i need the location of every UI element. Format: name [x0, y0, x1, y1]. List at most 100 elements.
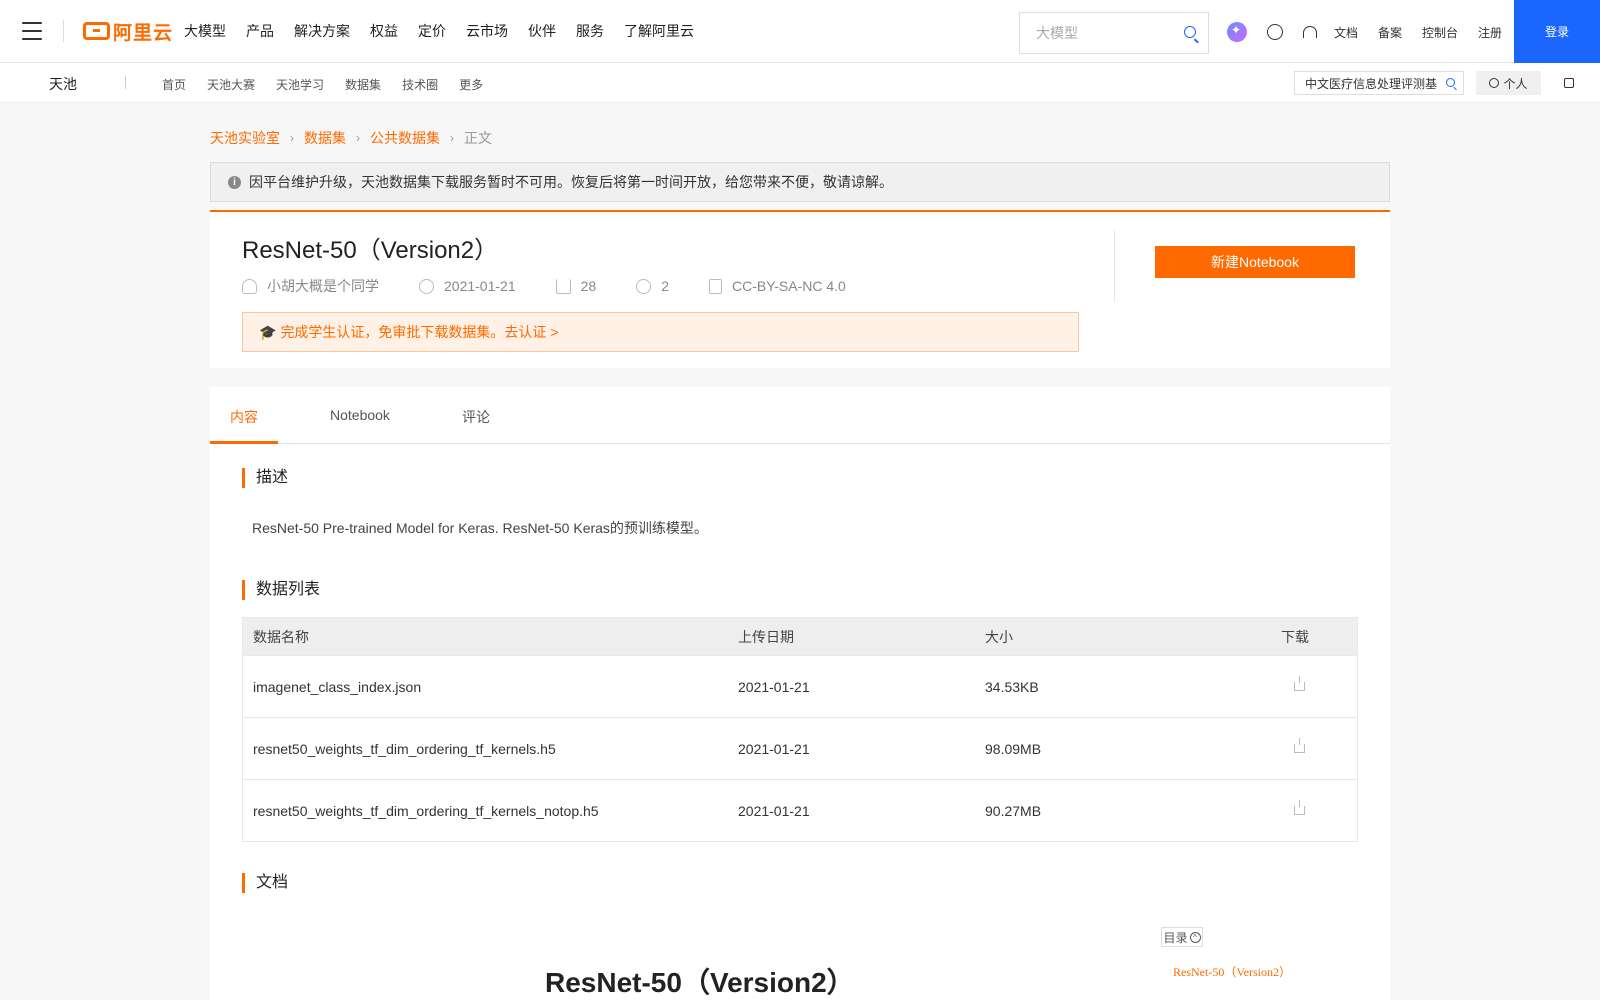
menu-icon[interactable]	[22, 22, 42, 40]
register-link[interactable]: 注册	[1478, 24, 1502, 41]
meta-date: 2021-01-21	[419, 278, 516, 294]
data-file-table: 数据名称 上传日期 大小 下载 imagenet_class_index.jso…	[242, 617, 1358, 842]
subnav-home[interactable]: 首页	[162, 76, 186, 93]
main-nav: 大模型 产品 解决方案 权益 定价 云市场 伙伴 服务 了解阿里云	[184, 21, 714, 41]
description-text: ResNet-50 Pre-trained Model for Keras. R…	[252, 520, 708, 536]
dataset-meta: 小胡大概是个同学 2021-01-21 28 2 CC-BY-SA-NC 4.0	[242, 276, 886, 296]
meta-author: 小胡大概是个同学	[242, 276, 379, 296]
file-name: imagenet_class_index.json	[253, 678, 422, 695]
maintenance-notice: i 因平台维护升级，天池数据集下载服务暂时不可用。恢复后将第一时间开放，给您带来…	[210, 162, 1390, 202]
aliyun-logo-icon	[83, 22, 110, 40]
dataset-header-card: ResNet-50（Version2） 小胡大概是个同学 2021-01-21 …	[210, 210, 1390, 368]
table-header: 数据名称 上传日期 大小 下载	[243, 618, 1357, 655]
data-list-heading: 数据列表	[242, 580, 320, 600]
download-icon[interactable]	[1294, 738, 1305, 753]
nav-item-products[interactable]: 产品	[246, 21, 274, 41]
breadcrumb-datasets[interactable]: 数据集	[304, 128, 346, 148]
share-count: 2	[661, 278, 669, 294]
file-size: 90.27MB	[985, 802, 1042, 819]
logo-text: 阿里云	[113, 22, 174, 44]
nav-item-benefits[interactable]: 权益	[370, 21, 398, 41]
dataset-title: ResNet-50（Version2）	[242, 237, 499, 264]
tab-comments[interactable]: 评论	[462, 407, 490, 427]
col-download-header: 下载	[1281, 628, 1309, 645]
col-size-header: 大小	[985, 628, 1013, 645]
chevron-up-icon: ^	[1189, 931, 1201, 943]
upload-date: 2021-01-21	[444, 278, 516, 294]
content-card: 内容 Notebook 评论 描述 ResNet-50 Pre-trained …	[210, 387, 1390, 1000]
file-date: 2021-01-21	[738, 740, 810, 757]
new-notebook-button[interactable]: 新建Notebook	[1155, 246, 1355, 278]
share-icon	[636, 278, 652, 294]
login-button[interactable]: 登录	[1514, 0, 1600, 63]
global-search	[1019, 12, 1209, 54]
table-row: resnet50_weights_tf_dim_ordering_tf_kern…	[243, 779, 1357, 841]
subnav-more[interactable]: 更多	[459, 76, 483, 93]
divider	[125, 76, 126, 89]
file-size: 98.09MB	[985, 740, 1042, 757]
breadcrumb-public-datasets[interactable]: 公共数据集	[370, 128, 440, 148]
tab-content[interactable]: 内容	[230, 407, 258, 427]
toc-toggle-button[interactable]: 目录 ^	[1161, 927, 1203, 947]
global-search-input[interactable]	[1020, 13, 1170, 53]
notice-text: 因平台维护升级，天池数据集下载服务暂时不可用。恢复后将第一时间开放，给您带来不便…	[249, 174, 893, 190]
activity-icon[interactable]	[1267, 24, 1283, 40]
sub-nav-links: 首页 天池大赛 天池学习 数据集 技术圈 更多	[162, 76, 504, 93]
col-name-header: 数据名称	[253, 628, 309, 645]
subnav-tech-circle[interactable]: 技术圈	[402, 76, 438, 93]
console-link[interactable]: 控制台	[1422, 24, 1458, 41]
user-icon	[242, 278, 257, 294]
tianchi-search-input[interactable]	[1295, 72, 1440, 94]
search-icon[interactable]	[1184, 26, 1196, 38]
table-row: imagenet_class_index.json 2021-01-21 34.…	[243, 655, 1357, 717]
nav-item-pricing[interactable]: 定价	[418, 21, 446, 41]
switch-icon[interactable]	[1564, 78, 1574, 88]
license: CC-BY-SA-NC 4.0	[732, 278, 846, 294]
chevron-right-icon: ›	[356, 131, 360, 145]
nav-item-marketplace[interactable]: 云市场	[466, 21, 508, 41]
download-icon[interactable]	[1294, 676, 1305, 691]
sub-navbar: 天池 首页 天池大赛 天池学习 数据集 技术圈 更多 个人	[0, 63, 1600, 103]
student-banner-text: 完成学生认证，免审批下载数据集。去认证 >	[280, 324, 559, 340]
meta-downloads: 28	[555, 278, 596, 294]
nav-item-services[interactable]: 服务	[576, 21, 604, 41]
info-icon: i	[228, 175, 241, 189]
docs-link[interactable]: 文档	[1334, 24, 1358, 41]
nav-item-about[interactable]: 了解阿里云	[624, 21, 694, 41]
divider	[1114, 230, 1115, 302]
nav-item-partners[interactable]: 伙伴	[528, 21, 556, 41]
subnav-learning[interactable]: 天池学习	[276, 76, 324, 93]
table-row: resnet50_weights_tf_dim_ordering_tf_kern…	[243, 717, 1357, 779]
ai-assistant-icon[interactable]	[1227, 22, 1247, 42]
table-of-contents: 目录 ^ ResNet-50（Version2）	[1161, 927, 1382, 980]
tab-notebook[interactable]: Notebook	[330, 407, 390, 423]
tianchi-brand[interactable]: 天池	[49, 74, 77, 94]
subnav-competitions[interactable]: 天池大赛	[207, 76, 255, 93]
file-date: 2021-01-21	[738, 678, 810, 695]
user-icon	[1489, 78, 1500, 88]
personal-button[interactable]: 个人	[1476, 71, 1541, 95]
file-name: resnet50_weights_tf_dim_ordering_tf_kern…	[253, 802, 599, 819]
subnav-datasets[interactable]: 数据集	[345, 76, 381, 93]
tianchi-search	[1294, 71, 1464, 95]
support-headset-icon[interactable]	[1303, 26, 1317, 38]
clock-icon	[419, 278, 434, 294]
student-verification-banner[interactable]: 🎓 完成学生认证，免审批下载数据集。去认证 >	[242, 312, 1079, 352]
docs-heading: 文档	[242, 873, 288, 893]
breadcrumb-lab[interactable]: 天池实验室	[210, 128, 280, 148]
download-icon[interactable]	[1294, 800, 1305, 815]
aliyun-logo[interactable]: 阿里云	[83, 18, 173, 44]
toc-label: 目录	[1163, 930, 1188, 945]
toc-item[interactable]: ResNet-50（Version2）	[1173, 963, 1382, 980]
graduation-cap-icon: 🎓	[259, 323, 277, 340]
icp-filing-link[interactable]: 备案	[1378, 24, 1402, 41]
top-icon-group	[1227, 22, 1317, 42]
nav-item-llm[interactable]: 大模型	[184, 21, 226, 41]
file-date: 2021-01-21	[738, 802, 810, 819]
top-navbar: 阿里云 大模型 产品 解决方案 权益 定价 云市场 伙伴 服务 了解阿里云 文档…	[0, 0, 1600, 63]
chevron-right-icon: ›	[450, 131, 454, 145]
nav-item-solutions[interactable]: 解决方案	[294, 21, 350, 41]
author-name[interactable]: 小胡大概是个同学	[267, 276, 379, 296]
search-icon[interactable]	[1446, 78, 1455, 87]
breadcrumb-current: 正文	[464, 130, 492, 146]
